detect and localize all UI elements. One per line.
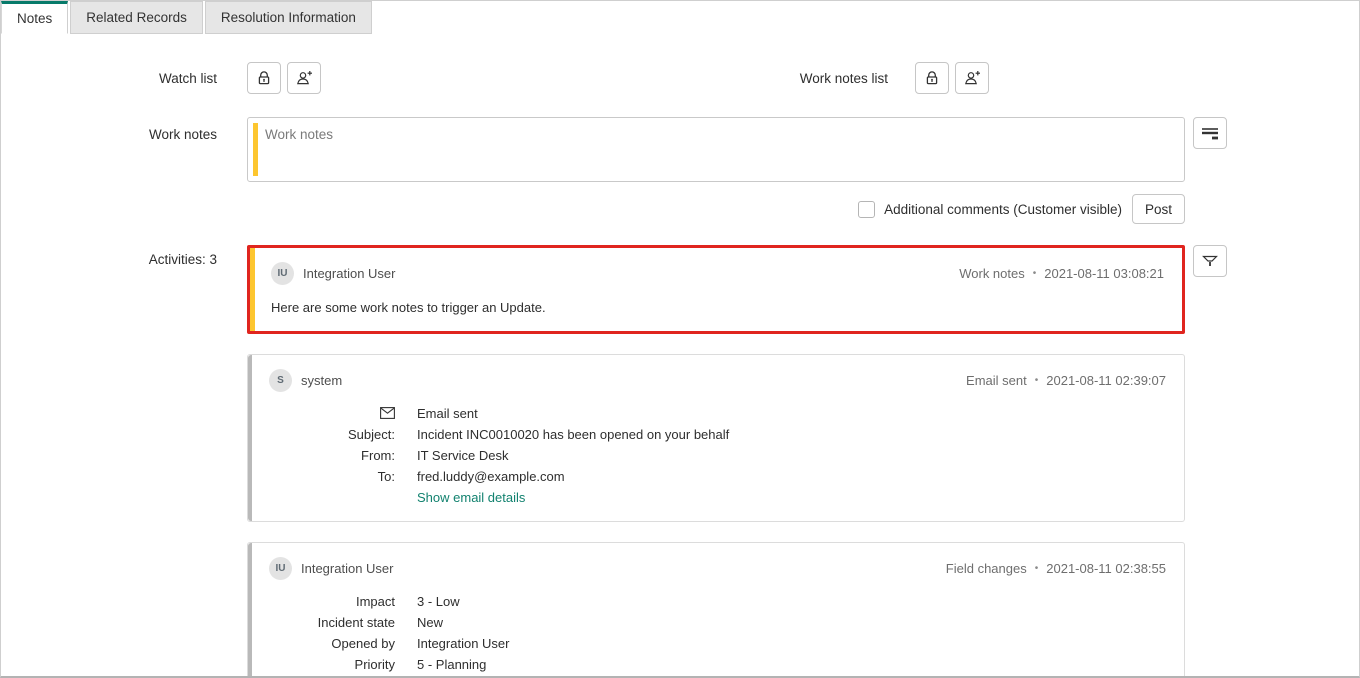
work-notes-list-lock-button[interactable] (915, 62, 949, 94)
author-name: Integration User (303, 266, 396, 281)
meta-separator: • (1035, 563, 1039, 574)
detail-label: Incident state (269, 615, 395, 630)
work-notes-textarea[interactable] (248, 118, 1184, 181)
add-user-icon (963, 70, 981, 86)
card-accent-bar (248, 543, 252, 678)
watch-list-label: Watch list (1, 71, 217, 86)
card-accent-bar (250, 248, 255, 331)
activity-filter-button[interactable] (1193, 245, 1227, 277)
author-name: Integration User (301, 561, 394, 576)
author-name: system (301, 373, 342, 388)
activities-header: Activities: 3 (1, 245, 217, 678)
timestamp: 2021-08-11 03:08:21 (1044, 266, 1164, 281)
detail-value: 3 - Low (417, 594, 1166, 609)
detail-label: Subject: (269, 427, 395, 442)
meta-separator: • (1035, 375, 1039, 386)
activity-card-work-notes: IU Integration User Work notes • 2021-08… (247, 245, 1185, 334)
activity-card-email-sent: S system Email sent • 2021-08-11 02:39:0… (247, 354, 1185, 522)
avatar: S (269, 369, 292, 392)
show-email-details-link[interactable]: Show email details (417, 490, 525, 505)
work-notes-label: Work notes (1, 117, 217, 182)
email-icon (269, 406, 395, 421)
tab-related-records[interactable]: Related Records (70, 1, 203, 34)
detail-label: From: (269, 448, 395, 463)
detail-label: Opened by (269, 636, 395, 651)
watch-list-lock-button[interactable] (247, 62, 281, 94)
avatar: IU (271, 262, 294, 285)
detail-value: fred.luddy@example.com (417, 469, 1166, 484)
tab-resolution-information[interactable]: Resolution Information (205, 1, 372, 34)
work-notes-field (247, 117, 1185, 182)
add-user-icon (295, 70, 313, 86)
work-notes-list-label: Work notes list (800, 71, 888, 86)
lock-icon (924, 70, 940, 86)
additional-comments-label: Additional comments (Customer visible) (884, 202, 1122, 217)
filter-icon (1202, 253, 1218, 269)
post-button[interactable]: Post (1132, 194, 1185, 224)
additional-comments-checkbox[interactable] (858, 201, 875, 218)
lock-icon (256, 70, 272, 86)
timestamp: 2021-08-11 02:39:07 (1046, 373, 1166, 388)
avatar: IU (269, 557, 292, 580)
timestamp: 2021-08-11 02:38:55 (1046, 561, 1166, 576)
entry-type: Work notes (959, 266, 1025, 281)
entry-type: Email sent (966, 373, 1027, 388)
notes-panel: Notes Related Records Resolution Informa… (0, 0, 1360, 678)
card-accent-bar (248, 355, 252, 521)
detail-label: Priority (269, 657, 395, 672)
detail-value: Incident INC0010020 has been opened on y… (417, 427, 1166, 442)
work-notes-list-add-user-button[interactable] (955, 62, 989, 94)
meta-separator: • (1033, 268, 1037, 279)
detail-value: 5 - Planning (417, 657, 1166, 672)
tab-notes[interactable]: Notes (1, 1, 68, 34)
activity-stream-toggle-button[interactable] (1193, 117, 1227, 149)
entry-type: Field changes (946, 561, 1027, 576)
detail-value: Email sent (417, 406, 1166, 421)
detail-value: IT Service Desk (417, 448, 1166, 463)
detail-value: New (417, 615, 1166, 630)
detail-label: To: (269, 469, 395, 484)
detail-value: Integration User (417, 636, 1166, 651)
activity-stream-icon (1201, 126, 1219, 141)
watch-list-add-user-button[interactable] (287, 62, 321, 94)
detail-label: Impact (269, 594, 395, 609)
tab-bar: Notes Related Records Resolution Informa… (1, 1, 1359, 34)
activity-card-field-changes: IU Integration User Field changes • 2021… (247, 542, 1185, 678)
activity-body: Here are some work notes to trigger an U… (271, 300, 1164, 315)
